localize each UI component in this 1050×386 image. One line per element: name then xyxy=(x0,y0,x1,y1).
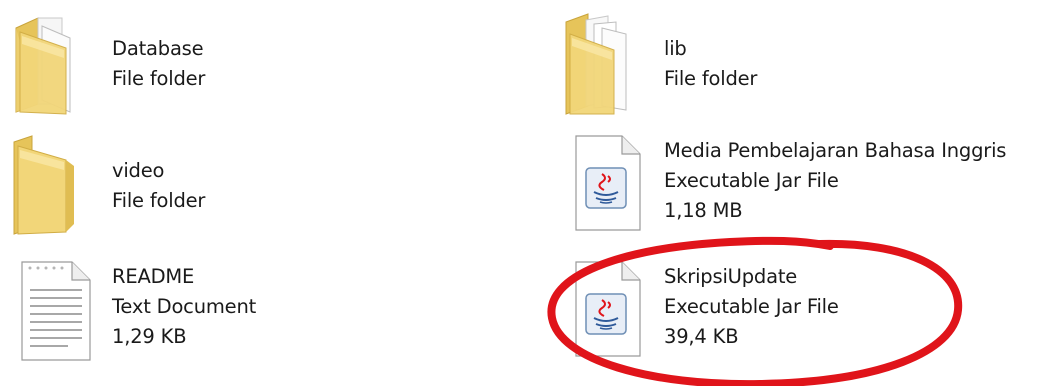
folder-icon xyxy=(8,10,108,120)
file-item-video[interactable]: video File folder xyxy=(8,132,488,242)
file-item-details: video File folder xyxy=(112,156,205,216)
file-item-details: lib File folder xyxy=(664,34,757,94)
folder-icon xyxy=(560,10,660,120)
file-name: README xyxy=(112,265,195,288)
file-name: video xyxy=(112,159,165,182)
file-name: Database xyxy=(112,37,204,60)
file-name: Media Pembelajaran Bahasa Inggris xyxy=(664,139,1007,162)
file-item-details: Database File folder xyxy=(112,34,205,94)
file-size: 1,29 KB xyxy=(112,325,187,348)
file-type: Text Document xyxy=(112,295,257,318)
file-item-skripsiupdate[interactable]: SkripsiUpdate Executable Jar File 39,4 K… xyxy=(560,258,1040,368)
file-item-database[interactable]: Database File folder xyxy=(8,10,488,120)
text-document-icon xyxy=(8,258,108,368)
file-item-details: README Text Document 1,29 KB xyxy=(112,262,256,352)
file-type: File folder xyxy=(112,189,206,212)
file-type: Executable Jar File xyxy=(664,295,839,318)
file-item-lib[interactable]: lib File folder xyxy=(560,10,1040,120)
file-item-details: SkripsiUpdate Executable Jar File 39,4 K… xyxy=(664,262,839,352)
file-type: File folder xyxy=(664,67,758,90)
folder-icon xyxy=(8,132,108,242)
file-item-details: Media Pembelajaran Bahasa Inggris Execut… xyxy=(664,136,1006,226)
file-name: lib xyxy=(664,37,687,60)
java-jar-icon xyxy=(560,258,660,368)
java-jar-icon xyxy=(560,132,660,242)
file-size: 39,4 KB xyxy=(664,325,739,348)
file-item-media-pembelajaran[interactable]: Media Pembelajaran Bahasa Inggris Execut… xyxy=(560,132,1040,242)
file-name: SkripsiUpdate xyxy=(664,265,798,288)
file-item-readme[interactable]: README Text Document 1,29 KB xyxy=(8,258,488,368)
file-size: 1,18 MB xyxy=(664,199,743,222)
file-type: File folder xyxy=(112,67,206,90)
file-type: Executable Jar File xyxy=(664,169,839,192)
